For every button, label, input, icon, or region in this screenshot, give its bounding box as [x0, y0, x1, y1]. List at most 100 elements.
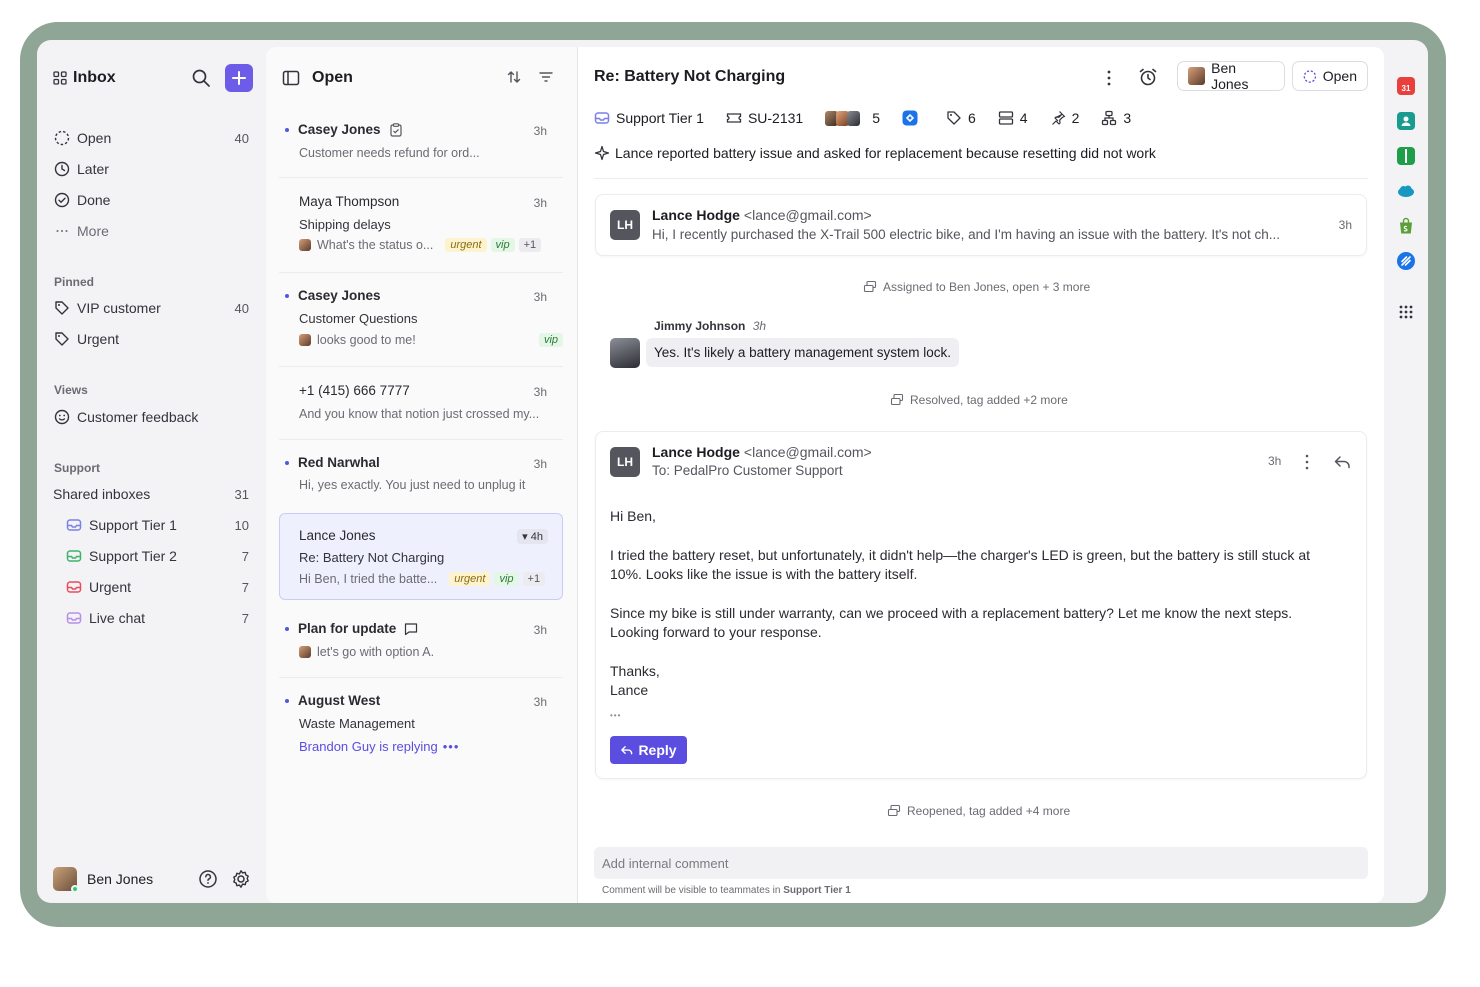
- message-time: 3h: [1338, 218, 1352, 232]
- comment-icon: [405, 622, 418, 635]
- integration-logo-icon[interactable]: [1397, 252, 1415, 270]
- calendar-app-icon[interactable]: 31: [1397, 77, 1415, 95]
- conv-title: Plan for update: [285, 621, 418, 636]
- inbox-urgent[interactable]: Urgent 7: [65, 574, 249, 600]
- nav-label: Open: [77, 130, 112, 146]
- conv-subject: Shipping delays: [299, 217, 391, 232]
- chat-author: Jimmy Johnson 3h: [654, 319, 766, 333]
- comment-hint: Comment will be visible to teammates in …: [602, 885, 851, 896]
- avatar[interactable]: [53, 867, 79, 893]
- list-item[interactable]: +1 (415) 666 7777 3h And you know that n…: [279, 372, 563, 440]
- tag-more: +1: [522, 572, 546, 586]
- meta-inbox[interactable]: Support Tier 1: [594, 110, 704, 126]
- hierarchy-icon: [1102, 110, 1117, 126]
- recipient-line: To: PedalPro Customer Support: [652, 463, 843, 478]
- reply-arrow-icon: [621, 745, 633, 754]
- list-item[interactable]: Casey Jones 3h Customer needs refund for…: [279, 110, 563, 178]
- views-heading: Views: [54, 383, 88, 397]
- meta-fields[interactable]: 4: [998, 110, 1028, 126]
- message-preview: Hi, I recently purchased the X-Trail 500…: [652, 227, 1280, 242]
- meta-integration[interactable]: [902, 110, 924, 126]
- inbox-live-chat[interactable]: Live chat 7: [65, 605, 249, 631]
- conv-subject: Customer Questions: [299, 311, 418, 326]
- comment-hint-text: Comment will be visible to teammates in: [602, 885, 781, 896]
- show-quoted-button[interactable]: •••: [610, 706, 621, 726]
- pinned-heading: Pinned: [54, 275, 95, 289]
- meta-ticket[interactable]: SU-2131: [726, 110, 803, 126]
- tag-more: +1: [518, 238, 542, 252]
- fields-count: 4: [1019, 110, 1028, 126]
- pin-icon: [1051, 111, 1065, 125]
- filter-icon[interactable]: [538, 69, 554, 85]
- sort-icon[interactable]: [506, 69, 522, 85]
- conv-preview-row: What's the status o... urgent vip +1: [299, 238, 559, 252]
- conv-name: Plan for update: [298, 621, 397, 636]
- pinned-urgent[interactable]: Urgent: [53, 326, 249, 352]
- shared-inboxes[interactable]: Shared inboxes 31: [53, 481, 249, 507]
- list-item[interactable]: Casey Jones 3h Customer Questions looks …: [279, 277, 563, 367]
- internal-comment-input[interactable]: Add internal comment: [594, 847, 1368, 879]
- email-paragraph-line: Since my bike is still under warranty, c…: [610, 605, 1293, 621]
- sidebar-toggle-icon[interactable]: [282, 69, 300, 87]
- conv-preview: looks good to me!: [317, 333, 416, 347]
- list-item[interactable]: Red Narwhal 3h Hi, yes exactly. You just…: [279, 444, 563, 512]
- sheets-app-icon[interactable]: [1397, 147, 1415, 165]
- clipboard-check-icon: [389, 122, 402, 137]
- user-name[interactable]: Ben Jones: [87, 871, 153, 887]
- meta-pins[interactable]: 2: [1050, 110, 1080, 126]
- list-item[interactable]: August West 3h Waste Management Brandon …: [279, 682, 563, 772]
- inbox-support-tier-1[interactable]: Support Tier 1 10: [65, 512, 249, 538]
- shopify-bag-icon[interactable]: [1397, 217, 1415, 235]
- avatar: [299, 334, 311, 346]
- pinned-label: Urgent: [77, 331, 120, 347]
- nav-done[interactable]: Done: [53, 187, 249, 213]
- conv-title: Casey Jones: [285, 122, 403, 137]
- reply-arrow-icon[interactable]: [1333, 453, 1351, 471]
- conv-time: 3h: [533, 695, 547, 709]
- reply-button[interactable]: Reply: [610, 736, 687, 764]
- conv-name: Lance Jones: [299, 528, 376, 543]
- nav-label: Later: [77, 161, 109, 177]
- list-header: Open: [282, 67, 562, 89]
- kebab-menu-icon[interactable]: [1104, 69, 1114, 87]
- inbox-label: Live chat: [89, 610, 146, 626]
- gear-icon[interactable]: [231, 869, 251, 889]
- compose-button[interactable]: [225, 64, 253, 92]
- nav-label: Done: [77, 192, 111, 208]
- tag-icon: [53, 299, 71, 317]
- sender-email: <lance@gmail.com>: [743, 444, 872, 460]
- list-item[interactable]: Plan for update 3h let's go with option …: [279, 610, 563, 678]
- kebab-menu-icon[interactable]: [1302, 453, 1312, 471]
- email-greeting: Hi Ben,: [610, 508, 656, 524]
- alarm-clock-icon[interactable]: [1138, 67, 1158, 87]
- integration-logo-icon: [902, 110, 918, 126]
- shared-label: Shared inboxes: [53, 486, 151, 502]
- list-item[interactable]: Maya Thompson 3h Shipping delays What's …: [279, 183, 563, 273]
- salesforce-cloud-icon[interactable]: [1397, 182, 1415, 200]
- fields-icon: [998, 111, 1013, 125]
- help-icon[interactable]: [198, 869, 218, 889]
- sidebar-header: Inbox: [53, 64, 256, 92]
- nav-more[interactable]: More: [53, 218, 249, 244]
- pinned-label: VIP customer: [77, 300, 161, 316]
- pins-count: 2: [1071, 110, 1080, 126]
- search-icon[interactable]: [191, 68, 211, 88]
- meta-participants[interactable]: 5: [825, 110, 880, 126]
- view-customer-feedback[interactable]: Customer feedback: [53, 404, 249, 430]
- conv-time: 3h: [533, 290, 547, 304]
- conv-preview-row: looks good to me! vip: [299, 333, 563, 347]
- conversation-list: Open Casey Jones 3h Customer needs refun…: [266, 47, 578, 903]
- pinned-vip-customer[interactable]: VIP customer 40: [53, 295, 249, 321]
- meta-tags[interactable]: 6: [946, 110, 976, 126]
- nav-later[interactable]: Later: [53, 156, 249, 182]
- status-button[interactable]: Open: [1292, 61, 1368, 91]
- message-card-collapsed[interactable]: LH Lance Hodge <lance@gmail.com> Hi, I re…: [595, 194, 1367, 256]
- apps-grid-icon[interactable]: [1397, 303, 1415, 321]
- assignee-button[interactable]: Ben Jones: [1177, 60, 1285, 92]
- contacts-app-icon[interactable]: [1397, 112, 1415, 130]
- sidebar-title: Inbox: [73, 69, 116, 86]
- inbox-support-tier-2[interactable]: Support Tier 2 7: [65, 543, 249, 569]
- meta-links[interactable]: 3: [1101, 110, 1131, 126]
- list-item-selected[interactable]: Lance Jones ▾ 4h Re: Battery Not Chargin…: [279, 513, 563, 600]
- nav-open[interactable]: Open 40: [53, 125, 249, 151]
